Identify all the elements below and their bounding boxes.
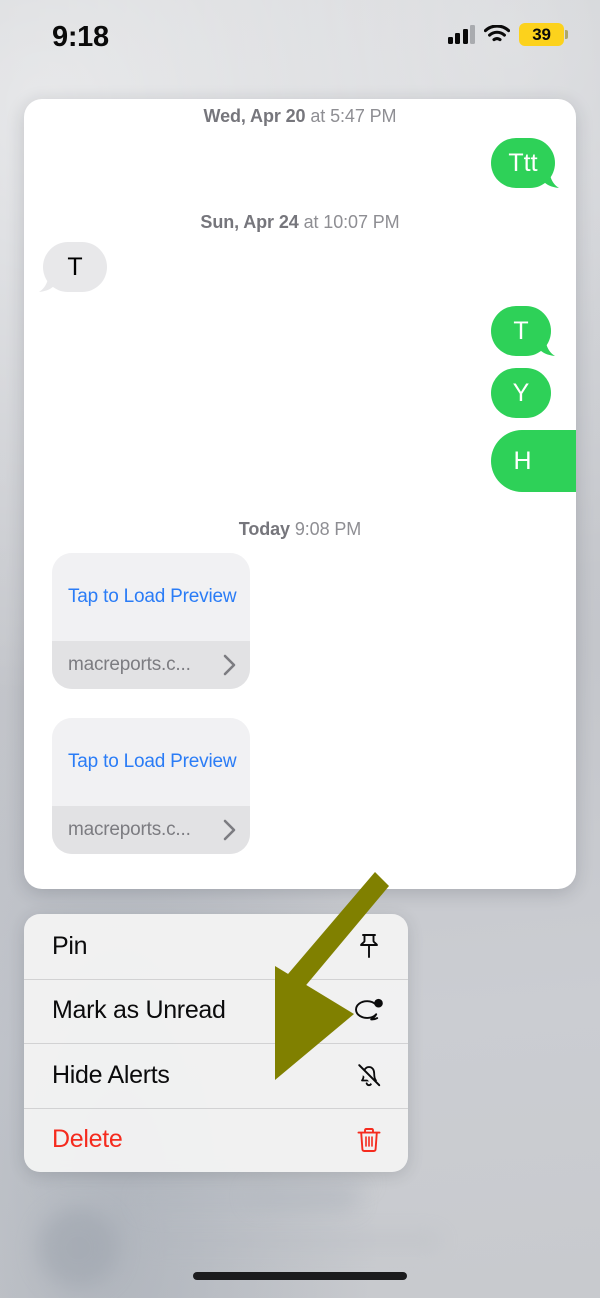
background-blur-line xyxy=(142,1192,356,1209)
link-preview-load-label: Tap to Load Preview xyxy=(68,751,237,772)
timestamp-time: at 10:07 PM xyxy=(303,212,400,232)
menu-item-label: Delete xyxy=(52,1125,123,1154)
menu-item-mark-as-unread[interactable]: Mark as Unread xyxy=(24,978,408,1044)
phone-screen: 9:18 39 Wed, Apr 20 at 5:47 PM Ttt Sun, … xyxy=(0,0,600,1298)
conversation-context-menu: Pin Mark as Unread Hide Alerts Delete xyxy=(24,914,408,1172)
message-timestamp: Today 9:08 PM xyxy=(24,519,576,540)
link-preview-url: macreports.c... xyxy=(68,819,191,840)
bubble-tail-icon xyxy=(539,163,559,188)
message-text: Ttt xyxy=(508,148,538,177)
status-bar: 9:18 39 xyxy=(0,0,600,72)
timestamp-day: Wed, Apr 20 xyxy=(203,106,306,126)
background-blur-line xyxy=(250,1186,358,1206)
link-preview-footer[interactable]: macreports.c... xyxy=(52,806,250,854)
link-preview-bubble[interactable]: Tap to Load Preview macreports.c... xyxy=(52,718,250,854)
battery-level-label: 39 xyxy=(532,25,551,44)
conversation-card: Wed, Apr 20 at 5:47 PM Ttt Sun, Apr 24 a… xyxy=(24,99,576,889)
menu-item-delete[interactable]: Delete xyxy=(24,1107,408,1173)
link-preview-bubble[interactable]: Tap to Load Preview macreports.c... xyxy=(52,553,250,689)
bell-slash-icon xyxy=(354,1059,384,1091)
message-bubble-outgoing[interactable]: H xyxy=(491,430,576,492)
link-preview-load-action[interactable]: Tap to Load Preview xyxy=(52,718,250,806)
message-bubble-incoming[interactable]: T xyxy=(39,242,107,292)
message-text: T xyxy=(513,316,529,345)
status-bar-indicators: 39 xyxy=(447,23,568,46)
menu-item-pin[interactable]: Pin xyxy=(24,914,408,979)
message-text: H xyxy=(513,446,532,475)
home-indicator-bar[interactable] xyxy=(193,1272,407,1280)
unread-bubble-icon xyxy=(354,995,384,1027)
cellular-signal-icon xyxy=(447,25,475,44)
message-bubble-outgoing[interactable]: Y xyxy=(491,368,551,418)
background-blur-line xyxy=(40,1178,370,1188)
status-bar-time: 9:18 xyxy=(52,21,109,53)
timestamp-day: Sun, Apr 24 xyxy=(200,212,299,232)
chevron-right-icon xyxy=(223,819,236,841)
message-timestamp: Wed, Apr 20 at 5:47 PM xyxy=(24,106,576,127)
message-bubble-outgoing[interactable]: T xyxy=(491,306,555,356)
background-blur-avatar xyxy=(38,1208,118,1288)
menu-item-label: Hide Alerts xyxy=(52,1060,170,1089)
link-preview-load-action[interactable]: Tap to Load Preview xyxy=(52,553,250,641)
battery-icon: 39 xyxy=(519,23,568,46)
message-timestamp: Sun, Apr 24 at 10:07 PM xyxy=(24,212,576,233)
bubble-tail-icon xyxy=(39,267,59,292)
timestamp-day: Today xyxy=(238,519,290,539)
wifi-icon xyxy=(484,25,510,42)
menu-item-label: Pin xyxy=(52,931,88,960)
menu-item-label: Mark as Unread xyxy=(52,996,226,1025)
message-bubble-outgoing[interactable]: Ttt xyxy=(491,138,559,188)
message-text: Y xyxy=(512,378,530,407)
chevron-right-icon xyxy=(223,654,236,676)
timestamp-time: 9:08 PM xyxy=(294,519,362,539)
menu-item-hide-alerts[interactable]: Hide Alerts xyxy=(24,1043,408,1108)
timestamp-time: at 5:47 PM xyxy=(310,106,397,126)
trash-icon xyxy=(354,1124,384,1156)
message-text: T xyxy=(67,252,83,281)
bubble-tail-icon xyxy=(535,331,555,356)
link-preview-footer[interactable]: macreports.c... xyxy=(52,641,250,689)
link-preview-load-label: Tap to Load Preview xyxy=(68,586,237,607)
background-blur-line xyxy=(142,1233,442,1248)
link-preview-url: macreports.c... xyxy=(68,654,191,675)
pin-icon xyxy=(354,930,384,962)
